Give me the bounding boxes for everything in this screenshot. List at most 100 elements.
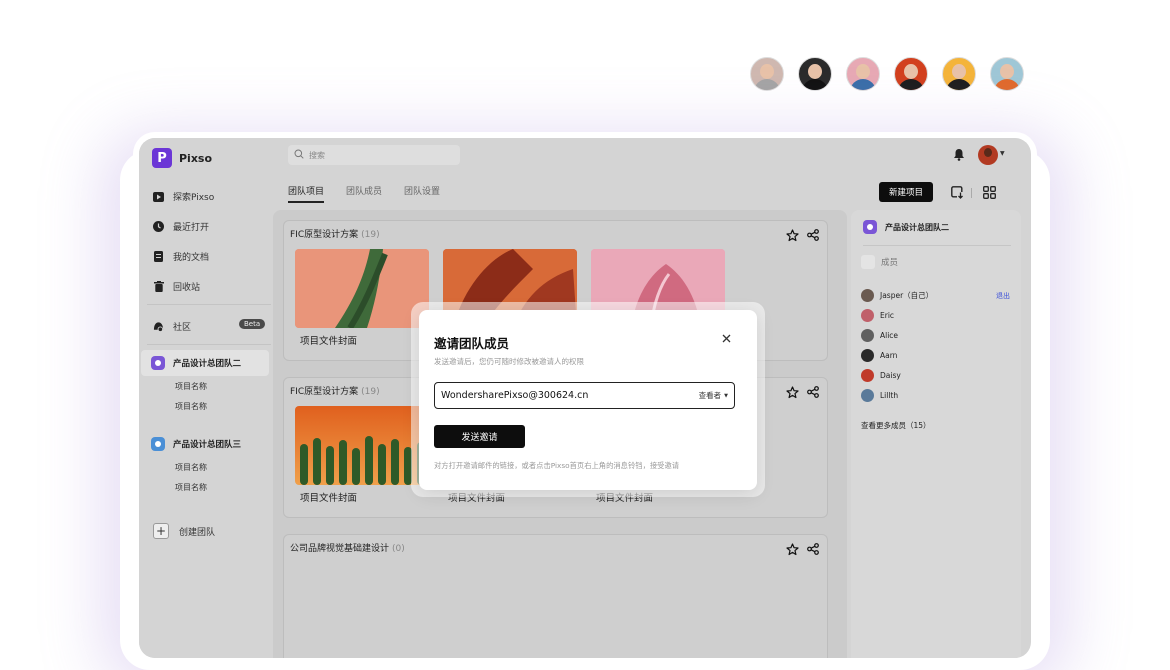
sidebar: P Pixso 探索Pixso 最近打开 我的文档 回收站 社区 Beta 产品… [139,138,273,658]
team-item-2[interactable]: 产品设计总团队二 [141,350,269,376]
project-item[interactable]: 项目名称 [175,381,207,392]
member-row[interactable]: Alice [861,329,898,342]
member-avatar [861,349,874,362]
member-avatar [861,329,874,342]
import-icon[interactable] [950,185,964,199]
share-icon[interactable] [807,229,819,245]
search-placeholder: 搜索 [309,150,325,160]
star-icon[interactable] [786,229,799,245]
project-title: FIC原型设计方案 (19) [290,227,380,240]
create-team-label: 创建团队 [179,527,216,538]
bell-icon[interactable] [953,148,965,164]
beta-badge: Beta [239,319,266,329]
new-project-button[interactable]: 新建项目 [879,182,933,202]
document-icon [153,251,164,262]
member-row[interactable]: Lillth [861,389,898,402]
project-name: FIC原型设计方案 [290,230,359,240]
leave-team-link[interactable]: 退出 [996,291,1010,301]
user-avatar[interactable] [978,145,998,165]
close-icon[interactable] [722,333,731,346]
project-card[interactable]: 公司品牌视觉基础建设计 (0) [283,534,828,658]
project-item[interactable]: 项目名称 [175,462,207,473]
send-invite-button[interactable]: 发送邀请 [434,425,525,448]
sidebar-item-trash[interactable]: 回收站 [153,280,200,293]
member-row[interactable]: Aarn [861,349,897,362]
member-row[interactable]: Jasper（自己） [861,289,933,302]
member-avatar [861,289,874,302]
modal-title: 邀请团队成员 [434,336,510,351]
member-name: Eric [880,311,895,320]
avatar [894,57,928,91]
star-icon[interactable] [786,386,799,402]
team-icon [863,220,877,234]
member-name: Lillth [880,391,899,400]
avatar [846,57,880,91]
member-avatar [861,309,874,322]
search-icon [294,149,304,161]
tab-settings[interactable]: 团队设置 [404,184,440,203]
sidebar-item-recent[interactable]: 最近打开 [153,220,209,233]
member-avatar [861,389,874,402]
project-file-label: 项目文件封面 [300,493,358,504]
project-thumbnail[interactable] [295,249,429,328]
sidebar-item-label: 我的文档 [173,253,210,263]
search-input[interactable]: 搜索 [288,145,460,165]
member-avatar [861,369,874,382]
sidebar-item-explore[interactable]: 探索Pixso [153,190,214,203]
avatar [750,57,784,91]
team-name: 产品设计总团队三 [173,440,242,450]
members-icon [861,255,875,269]
member-row[interactable]: Eric [861,309,894,322]
project-item[interactable]: 项目名称 [175,401,207,412]
grid-view-icon[interactable] [982,185,996,199]
panel-divider [863,245,1011,246]
team-tabs: 团队项目 团队成员 团队设置 [288,184,440,203]
share-icon[interactable] [807,386,819,402]
role-select[interactable]: 查看者 ▼ [699,390,728,401]
members-header: 成员 [861,255,898,269]
members-label: 成员 [881,258,899,268]
member-name: Daisy [880,371,901,380]
team-item-3[interactable]: 产品设计总团队三 [141,431,269,457]
card-actions [786,229,819,245]
project-file-label: 项目文件封面 [300,336,358,347]
clock-icon [153,221,164,232]
avatar [990,57,1024,91]
app-name: Pixso [179,151,213,165]
pixso-logo-icon: P [152,148,172,168]
card-actions [786,543,819,559]
sidebar-divider [147,344,271,345]
member-name: Aarn [880,351,898,360]
member-name: Jasper（自己） [880,291,934,300]
star-icon[interactable] [786,543,799,559]
sidebar-item-my-docs[interactable]: 我的文档 [153,250,209,263]
project-title: FIC原型设计方案 (19) [290,384,380,397]
project-name: 公司品牌视觉基础建设计 [290,544,390,554]
team-name: 产品设计总团队二 [173,359,242,369]
role-value: 查看者 [698,391,722,400]
community-icon [153,321,164,332]
view-more-members-link[interactable]: 查看更多成员（15） [861,420,931,431]
invite-modal: 邀请团队成员 发送邀请后，您仍可随时修改被邀请人的权限 WondershareP… [419,310,757,490]
sidebar-item-label: 探索Pixso [173,193,215,203]
share-icon[interactable] [807,543,819,559]
app-frame: P Pixso 探索Pixso 最近打开 我的文档 回收站 社区 Beta 产品… [139,138,1031,658]
play-icon [153,191,164,202]
team-icon [151,437,165,451]
chevron-down-icon: ▼ [724,392,728,399]
modal-subtitle: 发送邀请后，您仍可随时修改被邀请人的权限 [434,357,584,366]
project-count: (19) [361,387,380,397]
sidebar-item-community[interactable]: 社区 [153,320,191,333]
tab-members[interactable]: 团队成员 [346,184,382,203]
chevron-down-icon[interactable]: ▼ [1000,150,1005,157]
project-item[interactable]: 项目名称 [175,482,207,493]
email-value: WondersharePixso@300624.cn [441,390,589,401]
create-team-button[interactable]: + 创建团队 [153,523,215,539]
avatar [798,57,832,91]
tab-projects[interactable]: 团队项目 [288,184,325,203]
member-row[interactable]: Daisy [861,369,901,382]
sidebar-item-label: 最近打开 [173,223,210,233]
email-field[interactable]: WondersharePixso@300624.cn 查看者 ▼ [434,382,735,409]
avatar [942,57,976,91]
project-thumbnail[interactable] [295,406,429,485]
